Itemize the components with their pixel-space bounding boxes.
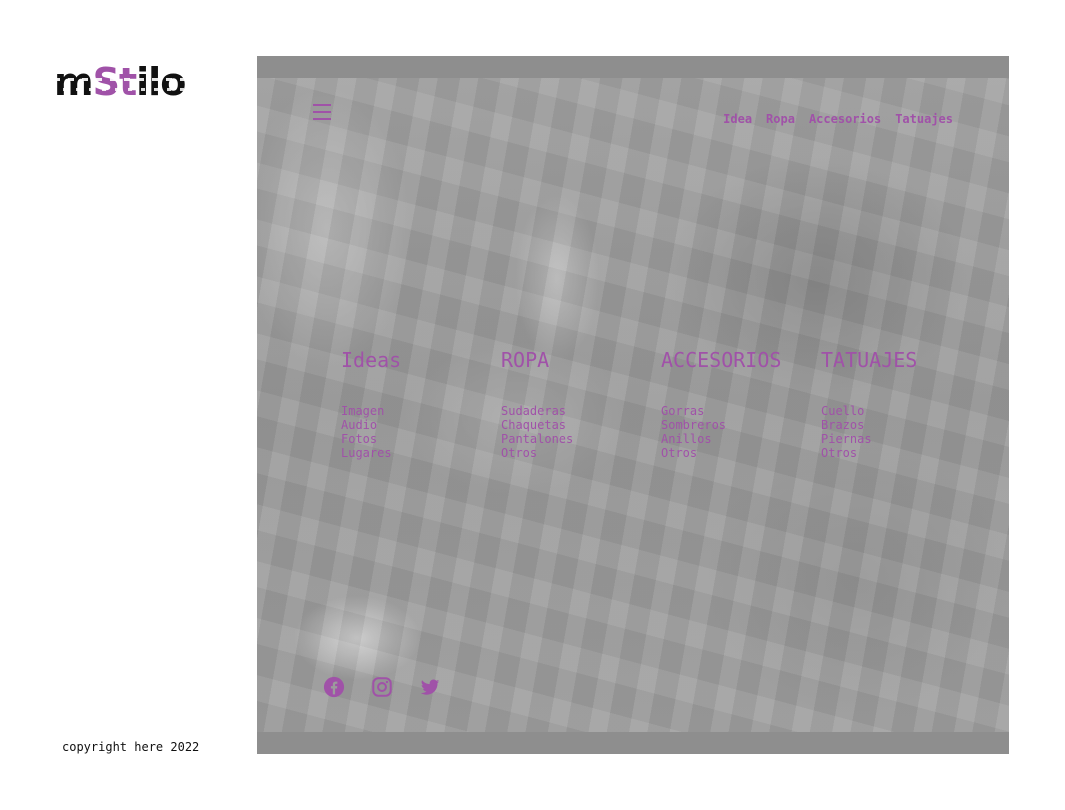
- nav-link-ropa[interactable]: Ropa: [766, 112, 795, 126]
- category-column-tatuajes: TATUAJES Cuello Brazos Piernas Otros: [821, 348, 981, 460]
- copyright-text: copyright here 2022: [62, 740, 200, 754]
- category-link[interactable]: Imagen: [341, 404, 501, 418]
- category-link[interactable]: Cuello: [821, 404, 981, 418]
- top-navigation: Idea Ropa Accesorios Tatuajes: [723, 112, 953, 126]
- nav-link-accesorios[interactable]: Accesorios: [809, 112, 881, 126]
- category-link[interactable]: Anillos: [661, 432, 821, 446]
- hamburger-icon[interactable]: [313, 104, 331, 120]
- category-column-accesorios: ACCESORIOS Gorras Sombreros Anillos Otro…: [661, 348, 821, 460]
- category-link[interactable]: Otros: [661, 446, 821, 460]
- hero-frame: Idea Ropa Accesorios Tatuajes Ideas Imag…: [257, 56, 1009, 754]
- logo-text-part: ilo: [136, 60, 186, 104]
- category-link[interactable]: Lugares: [341, 446, 501, 460]
- logo-glitch-decoration: [54, 78, 206, 81]
- category-title[interactable]: ROPA: [501, 348, 661, 372]
- logo-glitch-decoration: [54, 88, 206, 91]
- category-title[interactable]: ACCESORIOS: [661, 348, 821, 372]
- category-link[interactable]: Piernas: [821, 432, 981, 446]
- category-link[interactable]: Fotos: [341, 432, 501, 446]
- category-link[interactable]: Gorras: [661, 404, 821, 418]
- logo-text-part: m: [54, 60, 94, 104]
- category-link[interactable]: Pantalones: [501, 432, 661, 446]
- category-link[interactable]: Sudaderas: [501, 404, 661, 418]
- site-logo[interactable]: mStilo: [54, 62, 206, 102]
- category-columns: Ideas Imagen Audio Fotos Lugares ROPA Su…: [341, 348, 981, 460]
- category-list: Imagen Audio Fotos Lugares: [341, 404, 501, 460]
- category-column-ideas: Ideas Imagen Audio Fotos Lugares: [341, 348, 501, 460]
- category-column-ropa: ROPA Sudaderas Chaquetas Pantalones Otro…: [501, 348, 661, 460]
- instagram-icon[interactable]: [371, 676, 393, 698]
- category-title[interactable]: TATUAJES: [821, 348, 981, 372]
- nav-link-idea[interactable]: Idea: [723, 112, 752, 126]
- social-links: [323, 676, 441, 698]
- category-list: Gorras Sombreros Anillos Otros: [661, 404, 821, 460]
- category-link[interactable]: Otros: [501, 446, 661, 460]
- category-link[interactable]: Chaquetas: [501, 418, 661, 432]
- category-list: Cuello Brazos Piernas Otros: [821, 404, 981, 460]
- twitter-icon[interactable]: [419, 676, 441, 698]
- category-link[interactable]: Audio: [341, 418, 501, 432]
- category-link[interactable]: Brazos: [821, 418, 981, 432]
- nav-link-tatuajes[interactable]: Tatuajes: [895, 112, 953, 126]
- logo-text-accent: St: [92, 60, 138, 104]
- category-link[interactable]: Otros: [821, 446, 981, 460]
- category-list: Sudaderas Chaquetas Pantalones Otros: [501, 404, 661, 460]
- category-title[interactable]: Ideas: [341, 348, 501, 372]
- category-link[interactable]: Sombreros: [661, 418, 821, 432]
- facebook-icon[interactable]: [323, 676, 345, 698]
